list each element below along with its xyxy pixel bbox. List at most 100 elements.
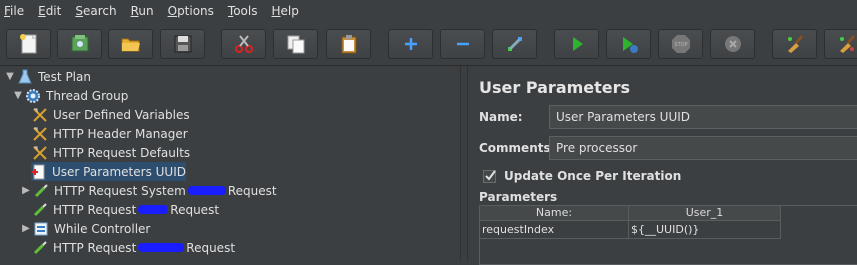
menu-bar: File Edit Search Run Options Tools Help (0, 0, 857, 22)
wrench-icon (31, 125, 49, 143)
save-icon (172, 33, 194, 55)
save-button[interactable] (160, 29, 205, 59)
table-cell-value[interactable]: ${__UUID()} (629, 221, 781, 239)
tree-node-http-request-2[interactable]: HTTP Request Request (31, 200, 219, 219)
stop-icon: STOP (670, 33, 692, 55)
table-cell-name[interactable]: requestIndex (480, 221, 629, 239)
copy-icon (285, 33, 307, 55)
checkbox-label: Update Once Per Iteration (504, 169, 681, 183)
user-parameters-panel: User Parameters Name: Comments: Update O… (468, 66, 857, 260)
tree-node-user-parameters-uuid[interactable]: User Parameters UUID (31, 162, 186, 181)
toggle-button[interactable] (492, 29, 537, 59)
name-label: Name: (479, 110, 523, 124)
flask-icon (16, 68, 34, 86)
tree-node-label: While Controller (54, 222, 150, 236)
parameters-label: Parameters (479, 190, 557, 204)
start-no-pauses-icon (618, 33, 640, 55)
cut-icon (233, 33, 255, 55)
pipette-icon (32, 182, 50, 200)
tree-node-label: Test Plan (38, 70, 91, 84)
paste-icon (338, 33, 360, 55)
clear-all-icon (836, 33, 857, 55)
tree-node-http-request-system[interactable]: ▶ HTTP Request System Request (20, 181, 277, 200)
document-icon (31, 163, 48, 181)
column-header-user-1[interactable]: User_1 (629, 206, 781, 221)
collapsed-arrow-icon[interactable]: ▶ (20, 223, 32, 234)
tree-node-label: Request (228, 184, 277, 198)
menu-tools[interactable]: Tools (228, 4, 258, 18)
start-button[interactable] (554, 29, 599, 59)
toolbar: STOP (0, 22, 857, 66)
tree-node-label: User Parameters UUID (52, 165, 186, 179)
collapse-all-button[interactable] (440, 29, 485, 59)
tree-node-label: HTTP Request (53, 241, 136, 255)
expanded-arrow-icon[interactable]: ▼ (12, 90, 24, 101)
menu-help[interactable]: Help (272, 4, 299, 18)
menu-options[interactable]: Options (168, 4, 214, 18)
redaction-mark (138, 243, 184, 252)
redaction-mark (188, 186, 226, 195)
tree-node-label: HTTP Request System (54, 184, 186, 198)
pane-splitter[interactable] (460, 66, 468, 260)
tree-node-while-controller[interactable]: ▶ While Controller (20, 219, 150, 238)
checkbox-box[interactable] (483, 170, 496, 183)
expand-icon (400, 33, 422, 55)
collapsed-arrow-icon[interactable]: ▶ (20, 185, 32, 196)
expand-all-button[interactable] (388, 29, 433, 59)
tree-node-user-defined-variables[interactable]: User Defined Variables (31, 105, 190, 124)
test-plan-tree: ▼ Test Plan ▼ Thread Group User Defined … (0, 66, 460, 260)
comments-label: Comments: (479, 141, 555, 155)
tree-node-label: Request (186, 241, 235, 255)
templates-icon (69, 33, 91, 55)
svg-text:STOP: STOP (674, 42, 687, 48)
tree-node-label: HTTP Request Defaults (53, 146, 190, 160)
menu-search[interactable]: Search (75, 4, 116, 18)
tree-node-http-request-defaults[interactable]: HTTP Request Defaults (31, 143, 190, 162)
open-icon (120, 33, 142, 55)
menu-edit[interactable]: Edit (38, 4, 61, 18)
tree-node-label: HTTP Request (53, 203, 136, 217)
pipette-icon (31, 239, 49, 257)
checkmark-icon (483, 168, 498, 183)
wrench-icon (31, 106, 49, 124)
name-field[interactable] (549, 105, 857, 129)
open-button[interactable] (108, 29, 153, 59)
tree-node-http-header-manager[interactable]: HTTP Header Manager (31, 124, 188, 143)
tree-node-label: Request (170, 203, 219, 217)
comments-field[interactable] (549, 136, 857, 160)
parameters-table: Name: User_1 requestIndex ${__UUID()} (479, 205, 857, 265)
clear-all-button[interactable] (824, 29, 857, 59)
menu-file[interactable]: File (4, 4, 24, 18)
shutdown-button[interactable] (710, 29, 755, 59)
collapse-icon (452, 33, 474, 55)
update-once-checkbox[interactable]: Update Once Per Iteration (483, 169, 681, 183)
gear-icon (24, 87, 42, 105)
expanded-arrow-icon[interactable]: ▼ (4, 71, 16, 82)
start-icon (566, 33, 588, 55)
panel-title: User Parameters (479, 78, 630, 97)
menu-run[interactable]: Run (131, 4, 154, 18)
tree-node-thread-group[interactable]: ▼ Thread Group (12, 86, 128, 105)
copy-button[interactable] (273, 29, 318, 59)
new-button[interactable] (6, 29, 51, 59)
tree-node-label: Thread Group (46, 89, 128, 103)
new-icon (18, 33, 40, 55)
pipette-icon (31, 201, 49, 219)
column-header-name[interactable]: Name: (480, 206, 629, 221)
wrench-icon (31, 144, 49, 162)
stop-button[interactable]: STOP (658, 29, 703, 59)
redaction-mark (138, 205, 168, 214)
tree-node-label: HTTP Header Manager (53, 127, 188, 141)
templates-button[interactable] (57, 29, 102, 59)
clear-icon (784, 33, 806, 55)
start-no-pauses-button[interactable] (606, 29, 651, 59)
controller-icon (32, 220, 50, 238)
paste-button[interactable] (326, 29, 371, 59)
toggle-icon (504, 33, 526, 55)
tree-node-http-request-3[interactable]: HTTP Request Request (31, 238, 235, 257)
shutdown-icon (722, 33, 744, 55)
tree-node-test-plan[interactable]: ▼ Test Plan (4, 67, 91, 86)
clear-button[interactable] (772, 29, 817, 59)
cut-button[interactable] (221, 29, 266, 59)
tree-node-label: User Defined Variables (53, 108, 190, 122)
